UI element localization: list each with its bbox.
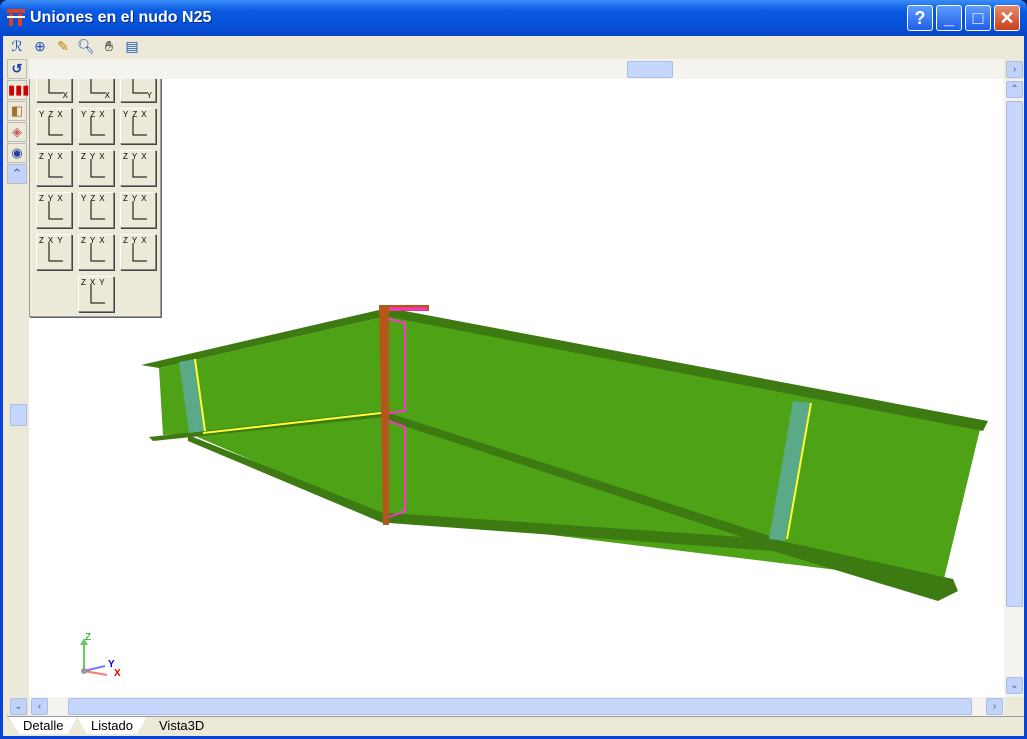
rotate-zoom-icon[interactable]: ℛ bbox=[7, 36, 27, 56]
view-direction-label: ZYX bbox=[123, 152, 151, 161]
view-direction-button[interactable]: ZYX bbox=[120, 234, 156, 270]
rotate-icon[interactable]: ↺ bbox=[7, 59, 27, 79]
zoom-icon[interactable]: 🔍︎ bbox=[76, 36, 96, 56]
view-direction-panel: ZXYXZYYZXYZXYZXZYXZYXZYXZYXYZXZYXZXYZYXZ… bbox=[29, 59, 161, 317]
view-direction-button[interactable]: ZYX bbox=[36, 192, 72, 228]
view-direction-label: YZX bbox=[81, 110, 109, 119]
view-direction-button[interactable]: ZYX bbox=[36, 150, 72, 186]
eye-icon[interactable]: ◉ bbox=[7, 143, 27, 163]
maximize-button[interactable]: □ bbox=[965, 5, 991, 31]
close-button[interactable]: ✕ bbox=[994, 5, 1020, 31]
tab-vista3d[interactable]: Vista3D bbox=[145, 717, 218, 734]
bar-chart-icon[interactable]: ▮▮▮ bbox=[7, 80, 29, 100]
top-scroll-thumb[interactable] bbox=[627, 61, 673, 78]
scroll-right-button[interactable]: › bbox=[986, 698, 1003, 715]
view-direction-label: YZX bbox=[39, 110, 67, 119]
view-direction-button[interactable]: ZYX bbox=[78, 150, 114, 186]
view-direction-button[interactable]: YZX bbox=[78, 108, 114, 144]
view-direction-button[interactable]: ZYX bbox=[120, 192, 156, 228]
scroll-up-button[interactable]: ⌃ bbox=[1006, 81, 1023, 98]
view-direction-button[interactable]: YZX bbox=[120, 108, 156, 144]
vertical-scroll-thumb[interactable] bbox=[1006, 101, 1023, 607]
collapse-up-button[interactable]: ⌃ bbox=[7, 164, 27, 184]
window-title: Uniones en el nudo N25 bbox=[30, 9, 212, 26]
horizontal-scroll-thumb[interactable] bbox=[68, 698, 972, 715]
view-direction-button[interactable]: YZX bbox=[36, 108, 72, 144]
view-direction-label: ZYX bbox=[39, 194, 67, 203]
view-direction-button[interactable]: ZXY bbox=[78, 276, 114, 312]
view-direction-button[interactable]: ZYX bbox=[120, 150, 156, 186]
window: Uniones en el nudo N25 ? _ □ ✕ ℛ ⊕ ✎ 🔍︎ … bbox=[0, 0, 1027, 739]
view-direction-label: ZYX bbox=[39, 152, 67, 161]
view-direction-label: X bbox=[62, 91, 68, 100]
title-bar: Uniones en el nudo N25 ? _ □ ✕ bbox=[0, 0, 1027, 36]
view-direction-button[interactable]: ZXY bbox=[36, 234, 72, 270]
axis-z-label: Z bbox=[85, 632, 91, 643]
help-button[interactable]: ? bbox=[907, 5, 933, 31]
scroll-down-button[interactable]: ⌄ bbox=[1006, 677, 1023, 694]
view-direction-label: ZYX bbox=[123, 194, 151, 203]
zoom-window-icon[interactable]: ⊕ bbox=[30, 36, 50, 56]
view-direction-button[interactable]: YZX bbox=[78, 192, 114, 228]
pencil-icon[interactable]: ✎ bbox=[53, 36, 73, 56]
left-toolbar: ↺ ▮▮▮ ◧ ◈ ◉ ⌃ bbox=[7, 59, 29, 184]
view-direction-button[interactable]: ZYX bbox=[78, 234, 114, 270]
view-direction-label: ZYX bbox=[81, 236, 109, 245]
left-scroll-thumb[interactable] bbox=[10, 404, 27, 426]
horizontal-scrollbar-top[interactable] bbox=[29, 59, 1004, 79]
view-direction-label: ZXY bbox=[39, 236, 67, 245]
3d-viewport[interactable]: Z Y X bbox=[29, 59, 1004, 697]
toolbar: ℛ ⊕ ✎ 🔍︎ ✋︎ ▤ bbox=[7, 36, 142, 58]
cube-rotate-icon[interactable]: ◈ bbox=[7, 122, 27, 142]
view-direction-label: ZYX bbox=[123, 236, 151, 245]
left-scroll-down-button[interactable]: ⌄ bbox=[10, 698, 27, 715]
app-icon bbox=[7, 9, 25, 26]
model-3d: Z Y X bbox=[80, 305, 988, 679]
cube-icon[interactable]: ◧ bbox=[7, 101, 27, 121]
view-direction-label: YZX bbox=[123, 110, 151, 119]
minimize-button[interactable]: _ bbox=[936, 5, 962, 31]
view-direction-label: ZXY bbox=[81, 278, 109, 287]
pan-hand-icon[interactable]: ✋︎ bbox=[99, 36, 119, 56]
tab-bar: Detalle Listado Vista3D bbox=[7, 716, 1024, 734]
scroll-right-top-button[interactable]: › bbox=[1006, 61, 1023, 78]
tab-listado[interactable]: Listado bbox=[77, 717, 147, 734]
view-direction-label: Y bbox=[146, 91, 152, 100]
scroll-left-button[interactable]: ‹ bbox=[31, 698, 48, 715]
view-direction-label: X bbox=[104, 91, 110, 100]
view-direction-label: YZX bbox=[81, 194, 109, 203]
tab-detalle[interactable]: Detalle bbox=[9, 717, 77, 734]
axis-x-label: X bbox=[114, 668, 121, 679]
refresh-view-icon[interactable]: ▤ bbox=[122, 36, 142, 56]
view-direction-label: ZYX bbox=[81, 152, 109, 161]
